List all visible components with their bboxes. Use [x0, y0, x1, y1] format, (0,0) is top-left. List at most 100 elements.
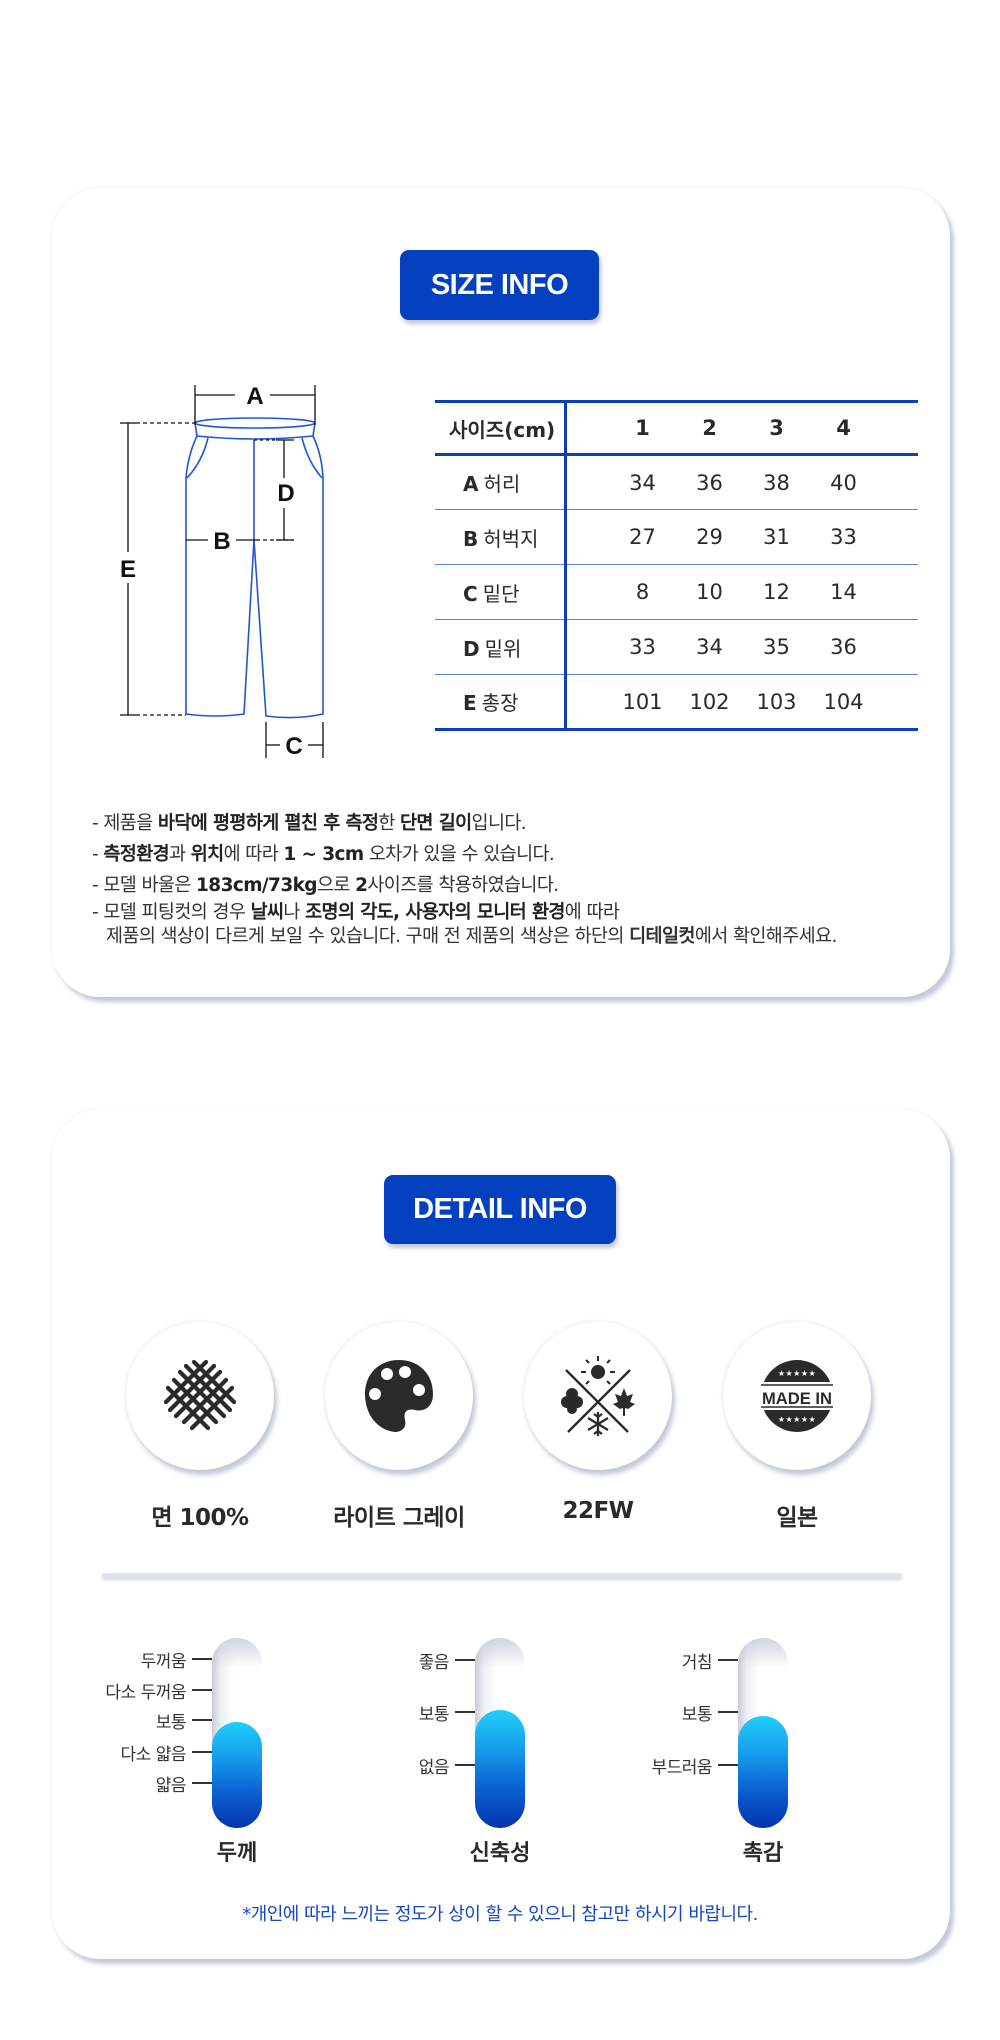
gauge-tick-line [718, 1711, 738, 1713]
measurement-code: E [463, 691, 477, 715]
note-emphasis: 날씨 [250, 902, 284, 923]
spacer [877, 619, 918, 675]
stars-bottom: ★★★★★ [778, 1415, 816, 1424]
spacer [877, 400, 918, 456]
feature-label: 일본 [776, 1505, 818, 1531]
note-emphasis: 1 ~ 3cm [283, 844, 364, 865]
dimension-label-c: C [285, 733, 302, 760]
measurement-code: C [463, 581, 478, 606]
measurement-label: 밑위 [484, 636, 522, 661]
size-table-row: B 허벅지 27 29 31 33 [435, 509, 918, 565]
gauge-tick-line [192, 1782, 212, 1784]
feature-origin: MADE IN ★★★★★ ★★★★★ 일본 [722, 1322, 872, 1532]
size-table-row: C 밑단 8 10 12 14 [435, 564, 918, 620]
spacer [565, 509, 609, 565]
gauge-tick-label: 얇음 [155, 1775, 187, 1796]
size-value-cell: 33 [810, 509, 877, 565]
spacer [877, 509, 918, 565]
note-text: - [92, 844, 104, 865]
size-value-cell: 12 [743, 564, 810, 620]
spacer [565, 619, 609, 675]
maple-leaf-icon [613, 1388, 635, 1416]
dimension-label-d: D [277, 480, 294, 507]
gauge-tick: 보통 [418, 1702, 475, 1725]
size-column-2: 2 [676, 400, 743, 456]
measurement-name: E 총장 [435, 674, 567, 731]
size-value-cell: 102 [676, 674, 743, 731]
size-value-cell: 34 [676, 619, 743, 675]
gauge-tick-line [192, 1689, 212, 1691]
note-text: 제품의 색상이 다르게 보일 수 있습니다. 구매 전 제품의 색상은 하단의 [106, 926, 630, 947]
gauge-tick-label: 보통 [155, 1712, 187, 1733]
note-emphasis: 2 [355, 875, 368, 896]
gauge-tick: 두꺼움 [140, 1649, 212, 1672]
note-emphasis: 측정환경 [103, 844, 170, 865]
size-column-3: 3 [743, 400, 810, 456]
size-table-header: 사이즈(cm) 1 2 3 4 [435, 400, 918, 456]
gauge-tick-line [192, 1658, 212, 1660]
size-value-cell: 27 [609, 509, 676, 565]
size-table-row: E 총장 101 102 103 104 [435, 674, 918, 731]
measurement-label: 밑단 [482, 581, 520, 606]
size-table-row: A 허리 34 36 38 40 [435, 454, 918, 510]
size-column-4: 4 [810, 400, 877, 456]
dimension-lines [120, 385, 324, 758]
gauge-tick-label: 좋음 [418, 1652, 450, 1673]
spacer [877, 674, 918, 731]
woven-fabric-icon [163, 1359, 237, 1431]
gauge-tick: 없음 [418, 1755, 475, 1778]
gauge-fill [475, 1710, 525, 1828]
size-value-cell: 14 [810, 564, 877, 620]
measurement-name: B 허벅지 [435, 509, 567, 565]
feature-label: 라이트 그레이 [333, 1505, 465, 1531]
size-value-cell: 40 [810, 454, 877, 510]
pants-outline [185, 417, 324, 719]
clover-icon [561, 1388, 583, 1414]
size-table: 사이즈(cm) 1 2 3 4 A 허리 34 36 38 40 B 허벅지 27 29 31 33 C… [435, 400, 918, 731]
gauge-tick-line [455, 1764, 475, 1766]
measurement-label: 허벅지 [483, 526, 539, 551]
size-value-cell: 35 [743, 619, 810, 675]
size-value-cell: 33 [609, 619, 676, 675]
size-info-badge: SIZE INFO [400, 250, 599, 320]
gauge-tick-line [192, 1751, 212, 1753]
note-text: 나 [283, 902, 306, 923]
note-text: - 모델 바울은 [92, 875, 197, 896]
gauge-texture: 거침보통부드러움촉감 [526, 1630, 788, 1870]
gauge-tick-label: 두꺼움 [140, 1651, 187, 1672]
note-line: - 모델 피팅컷의 경우 날씨나 조명의 각도, 사용자의 모니터 환경에 따라 [92, 901, 952, 925]
note-emphasis: 바닥에 평평하게 펼친 후 측정 [157, 813, 379, 834]
note-text: 과 [169, 844, 191, 865]
note-text: 에 따라 [564, 902, 620, 923]
gauge-tick-label: 다소 두꺼움 [105, 1682, 186, 1703]
gauge-title: 촉감 [742, 1841, 784, 1866]
gauge-tick: 보통 [681, 1702, 738, 1725]
note-line: - 모델 바울은 183cm/73kg으로 2사이즈를 착용하였습니다. [92, 870, 952, 901]
gauge-tick-label: 거침 [681, 1652, 713, 1673]
four-seasons-icon [561, 1356, 635, 1436]
gauge-tick-label: 보통 [681, 1704, 713, 1725]
gauge-elasticity: 좋음 보통 없음 신축성 [263, 1630, 530, 1870]
feature-circle: MADE IN ★★★★★ ★★★★★ [723, 1322, 871, 1470]
size-header-label: 사이즈(cm) [435, 400, 567, 456]
size-value-cell: 34 [609, 454, 676, 510]
gauge-tick: 부드러움 [651, 1755, 738, 1778]
feature-label: 면 100% [151, 1505, 249, 1531]
pants-measurement-diagram: A B C D E [120, 383, 324, 760]
gauge-track [738, 1638, 788, 1828]
note-text: - 모델 피팅컷의 경우 [92, 902, 251, 923]
dimension-label-b: B [213, 528, 230, 555]
feature-circle [325, 1322, 473, 1470]
gauge-fill [738, 1716, 788, 1828]
size-value-cell: 104 [810, 674, 877, 731]
dimension-label-a: A [246, 383, 263, 410]
gauge-tick-label: 보통 [418, 1704, 450, 1725]
note-text: 에 따라 [223, 844, 284, 865]
gauge-track [475, 1638, 525, 1828]
gauge-tick-line [718, 1764, 738, 1766]
size-value-cell: 101 [609, 674, 676, 731]
gauge-tick-label: 없음 [418, 1757, 450, 1778]
spacer [565, 454, 609, 510]
sun-icon [581, 1356, 615, 1385]
detail-info-badge: DETAIL INFO [384, 1175, 616, 1244]
